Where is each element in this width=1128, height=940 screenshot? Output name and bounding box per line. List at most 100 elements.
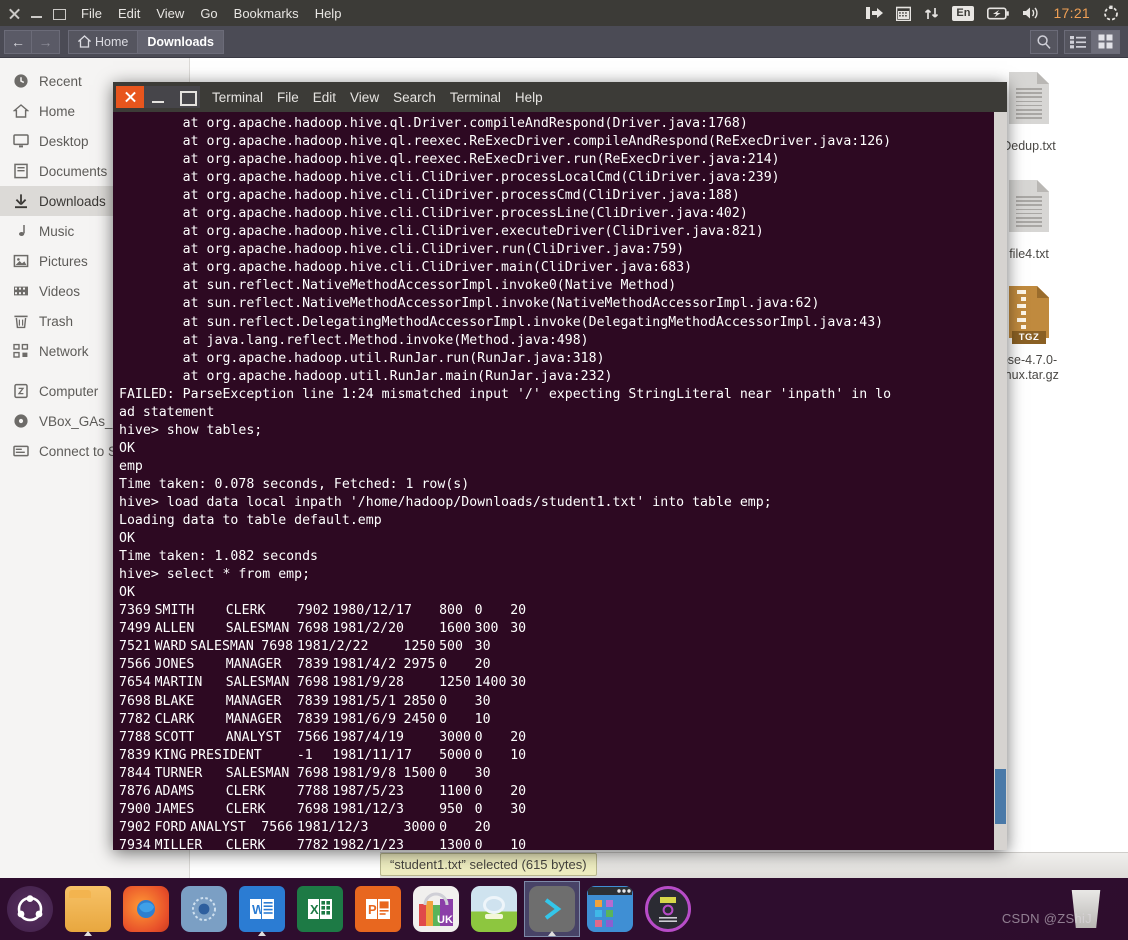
- menu-go[interactable]: Go: [200, 6, 217, 21]
- calendar-icon[interactable]: [896, 6, 912, 21]
- terminal-menu-search[interactable]: Search: [393, 90, 436, 105]
- uk-app-icon: UK: [413, 886, 459, 932]
- forward-button[interactable]: →: [32, 29, 60, 54]
- volume-icon[interactable]: [1022, 6, 1040, 20]
- panel-indicators: En 17:21: [866, 5, 1128, 21]
- dock-item-files[interactable]: [60, 881, 116, 937]
- dock-item-ukui[interactable]: UK: [408, 881, 464, 937]
- trash-icon: [1071, 890, 1101, 928]
- grid-view-button[interactable]: [1092, 29, 1120, 54]
- download-icon: [12, 193, 29, 210]
- dock-item-firefox[interactable]: [118, 881, 174, 937]
- terminal-menu-terminal[interactable]: Terminal: [450, 90, 501, 105]
- top-panel: File Edit View Go Bookmarks Help En 17:2…: [0, 0, 1128, 26]
- disc-app-icon: [645, 886, 691, 932]
- word-icon: W: [239, 886, 285, 932]
- ubuntu-logo-icon: [7, 886, 53, 932]
- svg-text:P: P: [368, 902, 377, 917]
- sidebar-label: Home: [39, 103, 76, 119]
- terminal-menu-help[interactable]: Help: [515, 90, 543, 105]
- connect-server-icon: [12, 443, 29, 460]
- videos-icon: [12, 283, 29, 300]
- dock-item-word[interactable]: W: [234, 881, 290, 937]
- terminal-window[interactable]: Terminal File Edit View Search Terminal …: [113, 82, 1007, 850]
- home-icon: [12, 103, 29, 120]
- terminal-screen[interactable]: at org.apache.hadoop.hive.ql.Driver.comp…: [113, 112, 1007, 850]
- clock[interactable]: 17:21: [1053, 5, 1090, 21]
- list-view-button[interactable]: [1064, 29, 1092, 54]
- breadcrumb-home[interactable]: Home: [68, 29, 139, 54]
- terminal-menu-file[interactable]: File: [277, 90, 299, 105]
- sidebar-label: Recent: [39, 73, 82, 89]
- terminal-menu-view[interactable]: View: [350, 90, 379, 105]
- maximize-icon[interactable]: [172, 86, 200, 108]
- terminal-window-controls: [116, 86, 200, 108]
- firefox-icon: [123, 886, 169, 932]
- close-icon[interactable]: [8, 7, 21, 20]
- terminal-scrollbar-thumb[interactable]: [995, 769, 1006, 824]
- terminal-window-title: Terminal: [212, 89, 264, 105]
- menu-bookmarks[interactable]: Bookmarks: [234, 6, 299, 21]
- sidebar-label: Desktop: [39, 133, 89, 149]
- dock: W X P UK: [0, 878, 1128, 940]
- network-updown-icon[interactable]: [924, 6, 939, 21]
- excel-icon: X: [297, 886, 343, 932]
- view-mode-toggle: [1064, 29, 1120, 54]
- dock-item-ubuntu-dash[interactable]: [2, 881, 58, 937]
- trash-icon: [12, 313, 29, 330]
- sidebar-label: Pictures: [39, 253, 88, 269]
- menu-file[interactable]: File: [81, 6, 102, 21]
- breadcrumb: Home Downloads: [68, 29, 225, 54]
- home-icon: [78, 35, 91, 48]
- dock-item-app-grid[interactable]: [582, 881, 638, 937]
- sidebar-label: Network: [39, 343, 89, 359]
- battery-charging-icon[interactable]: [987, 6, 1010, 20]
- menu-view[interactable]: View: [156, 6, 184, 21]
- sidebar-label: Computer: [39, 383, 99, 399]
- minimize-icon[interactable]: [30, 7, 43, 20]
- global-window-controls: [0, 7, 75, 20]
- dock-item-excel[interactable]: X: [292, 881, 348, 937]
- text-file-icon: [1003, 180, 1055, 242]
- desktop-icon: [12, 133, 29, 150]
- menu-edit[interactable]: Edit: [118, 6, 140, 21]
- dock-item-terminal[interactable]: [524, 881, 580, 937]
- dock-item-trash[interactable]: [1058, 881, 1114, 937]
- dock-item-powerpoint[interactable]: P: [350, 881, 406, 937]
- breadcrumb-home-label: Home: [95, 34, 129, 49]
- tgz-archive-icon: TGZ: [1003, 286, 1055, 348]
- svg-text:UK: UK: [437, 914, 453, 926]
- terminal-title-bar: Terminal File Edit View Search Terminal …: [113, 82, 1007, 112]
- navigation-buttons: ← →: [4, 29, 60, 54]
- breadcrumb-downloads[interactable]: Downloads: [138, 29, 225, 54]
- sidebar-label: Videos: [39, 283, 81, 299]
- dock-item-disc-app[interactable]: [640, 881, 696, 937]
- minimize-icon[interactable]: [144, 86, 172, 108]
- back-button[interactable]: ←: [4, 29, 32, 54]
- music-icon: [12, 223, 29, 240]
- svg-text:X: X: [310, 902, 319, 917]
- terminal-scrollbar[interactable]: [994, 112, 1007, 850]
- menu-help[interactable]: Help: [315, 6, 342, 21]
- status-text: “student1.txt” selected (615 bytes): [380, 853, 597, 876]
- documents-icon: [12, 163, 29, 180]
- file-manager-toolbar: ← → Home Downloads: [0, 26, 1128, 58]
- dock-item-robot-app[interactable]: [466, 881, 522, 937]
- disc-icon: [12, 413, 29, 430]
- terminal-menu-edit[interactable]: Edit: [313, 90, 336, 105]
- app-grid-icon: [587, 886, 633, 932]
- sidebar-label: Trash: [39, 313, 74, 329]
- pictures-icon: [12, 253, 29, 270]
- keyboard-layout-indicator[interactable]: En: [952, 5, 975, 21]
- search-button[interactable]: [1030, 29, 1058, 54]
- maximize-icon[interactable]: [52, 7, 66, 20]
- global-menu-bar: File Edit View Go Bookmarks Help: [81, 6, 341, 21]
- search-icon: [1037, 34, 1051, 49]
- desktop: File Edit View Go Bookmarks Help En 17:2…: [0, 0, 1128, 940]
- close-icon[interactable]: [116, 86, 144, 108]
- sync-indicator-icon[interactable]: [866, 6, 884, 20]
- session-gear-icon[interactable]: [1103, 5, 1119, 21]
- dock-item-chromium[interactable]: [176, 881, 232, 937]
- grid-view-icon: [1098, 34, 1113, 49]
- archive-badge: TGZ: [1012, 331, 1046, 344]
